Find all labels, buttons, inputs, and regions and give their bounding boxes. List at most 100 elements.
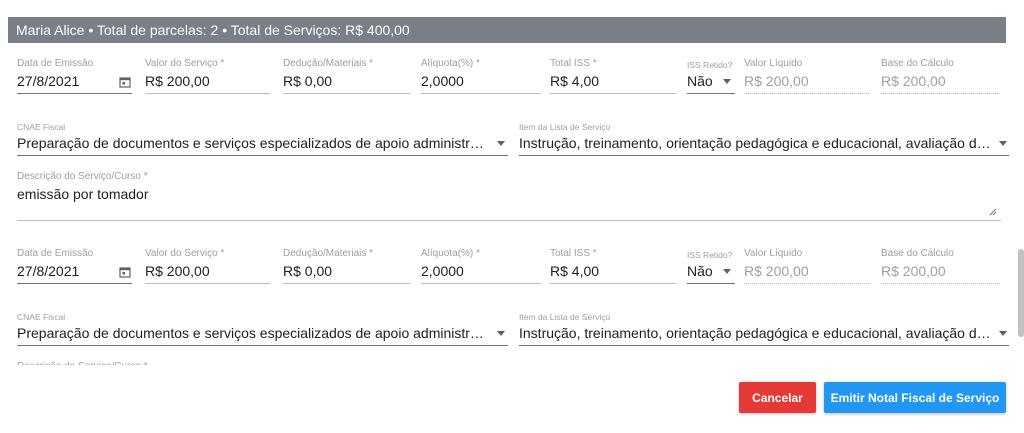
aliquota-label: Alíquota(%) *: [421, 248, 480, 259]
caret-down-icon: [723, 79, 731, 84]
vertical-scrollbar-thumb[interactable]: [1018, 249, 1024, 337]
cnae-select[interactable]: CNAE Fiscal Preparação de documentos e s…: [17, 113, 508, 157]
caret-down-icon: [999, 141, 1007, 146]
deducao-label: Dedução/Materiais *: [283, 58, 374, 69]
valor-liquido-underline: [744, 93, 869, 94]
deducao-value: R$ 0,00: [283, 263, 333, 279]
base-calculo-underline: [881, 283, 1000, 284]
valor-liquido-value: R$ 200,00: [744, 263, 809, 279]
cnae-underline: [17, 345, 508, 346]
cnae-value: Preparação de documentos e serviços espe…: [17, 325, 488, 341]
data-emissao-field[interactable]: Data de Emissão 27/8/2021: [17, 241, 132, 285]
data-emissao-underline: [17, 283, 132, 284]
total-iss-underline: [550, 93, 676, 94]
valor-liquido-field: Valor Líquido R$ 200,00: [744, 241, 869, 285]
iss-retido-value: Não: [687, 263, 713, 279]
emit-invoice-button[interactable]: Emitir Notal Fiscal de Serviço: [824, 382, 1006, 413]
valor-servico-value: R$ 200,00: [145, 73, 210, 89]
aliquota-field[interactable]: Alíquota(%) * 2,0000: [421, 241, 541, 285]
cnae-underline: [17, 155, 508, 156]
item-lista-label: Item da Lista de Serviço: [519, 312, 611, 322]
parcelas-form-scroll-area[interactable]: Data de Emissão 27/8/2021 Valor do Servi…: [0, 43, 1024, 365]
header-title: Maria Alice • Total de parcelas: 2 • Tot…: [16, 22, 410, 38]
iss-retido-select[interactable]: ISS Retido? Não: [687, 51, 735, 95]
valor-liquido-value: R$ 200,00: [744, 73, 809, 89]
cnae-select[interactable]: CNAE Fiscal Preparação de documentos e s…: [17, 303, 508, 347]
aliquota-value: 2,0000: [421, 73, 464, 89]
deducao-field[interactable]: Dedução/Materiais * R$ 0,00: [283, 51, 410, 95]
valor-servico-label: Valor do Serviço *: [145, 58, 225, 69]
valor-liquido-label: Valor Líquido: [744, 248, 803, 259]
deducao-field[interactable]: Dedução/Materiais * R$ 0,00: [283, 241, 410, 285]
iss-retido-underline: [687, 93, 735, 94]
base-calculo-underline: [881, 93, 1000, 94]
total-iss-field[interactable]: Total ISS * R$ 4,00: [550, 51, 676, 95]
total-iss-value: R$ 4,00: [550, 263, 600, 279]
valor-liquido-field: Valor Líquido R$ 200,00: [744, 51, 869, 95]
aliquota-underline: [421, 283, 541, 284]
valor-servico-underline: [145, 93, 270, 94]
item-lista-underline: [519, 155, 1009, 156]
descricao-underline: [17, 220, 1001, 221]
aliquota-field[interactable]: Alíquota(%) * 2,0000: [421, 51, 541, 95]
base-calculo-value: R$ 200,00: [881, 263, 946, 279]
deducao-value: R$ 0,00: [283, 73, 333, 89]
valor-liquido-underline: [744, 283, 869, 284]
total-iss-label: Total ISS *: [550, 248, 597, 259]
valor-servico-value: R$ 200,00: [145, 263, 210, 279]
valor-liquido-label: Valor Líquido: [744, 58, 803, 69]
caret-down-icon: [497, 331, 505, 336]
calendar-icon[interactable]: [119, 266, 131, 278]
valor-servico-underline: [145, 283, 270, 284]
cnae-value: Preparação de documentos e serviços espe…: [17, 135, 488, 151]
descricao-textarea[interactable]: Descrição do Serviço/Curso * emissão por…: [17, 164, 1001, 222]
caret-down-icon: [497, 141, 505, 146]
base-calculo-label: Base do Cálculo: [881, 248, 954, 259]
item-lista-select[interactable]: Item da Lista de Serviço Instrução, trei…: [519, 303, 1009, 347]
aliquota-value: 2,0000: [421, 263, 464, 279]
iss-retido-value: Não: [687, 73, 713, 89]
cnae-label: CNAE Fiscal: [17, 312, 66, 322]
aliquota-label: Alíquota(%) *: [421, 58, 480, 69]
iss-retido-underline: [687, 283, 735, 284]
deducao-underline: [283, 93, 410, 94]
data-emissao-label: Data de Emissão: [17, 248, 94, 259]
item-lista-value: Instrução, treinamento, orientação pedag…: [519, 325, 993, 341]
valor-servico-label: Valor do Serviço *: [145, 248, 225, 259]
data-emissao-value: 27/8/2021: [17, 263, 80, 279]
deducao-underline: [283, 283, 410, 284]
resize-handle-icon[interactable]: [989, 208, 997, 216]
data-emissao-value: 27/8/2021: [17, 73, 80, 89]
valor-servico-field[interactable]: Valor do Serviço * R$ 200,00: [145, 241, 270, 285]
aliquota-underline: [421, 93, 541, 94]
descricao-value: emissão por tomador: [17, 186, 149, 202]
total-iss-underline: [550, 283, 676, 284]
descricao-label: Descrição do Serviço/Curso *: [17, 361, 148, 365]
cnae-label: CNAE Fiscal: [17, 122, 66, 132]
base-calculo-value: R$ 200,00: [881, 73, 946, 89]
data-emissao-label: Data de Emissão: [17, 58, 94, 69]
data-emissao-field[interactable]: Data de Emissão 27/8/2021: [17, 51, 132, 95]
parcelas-summary-header: Maria Alice • Total de parcelas: 2 • Tot…: [8, 17, 1006, 43]
item-lista-select[interactable]: Item da Lista de Serviço Instrução, trei…: [519, 113, 1009, 157]
valor-servico-field[interactable]: Valor do Serviço * R$ 200,00: [145, 51, 270, 95]
total-iss-label: Total ISS *: [550, 58, 597, 69]
base-calculo-field: Base do Cálculo R$ 200,00: [881, 51, 1000, 95]
descricao-textarea[interactable]: Descrição do Serviço/Curso *: [17, 354, 1001, 365]
iss-retido-label: ISS Retido?: [687, 250, 733, 260]
data-emissao-underline: [17, 93, 132, 94]
deducao-label: Dedução/Materiais *: [283, 248, 374, 259]
base-calculo-field: Base do Cálculo R$ 200,00: [881, 241, 1000, 285]
item-lista-value: Instrução, treinamento, orientação pedag…: [519, 135, 993, 151]
iss-retido-select[interactable]: ISS Retido? Não: [687, 241, 735, 285]
descricao-label: Descrição do Serviço/Curso *: [17, 171, 148, 182]
item-lista-label: Item da Lista de Serviço: [519, 122, 611, 132]
cancel-button[interactable]: Cancelar: [739, 382, 816, 413]
total-iss-field[interactable]: Total ISS * R$ 4,00: [550, 241, 676, 285]
total-iss-value: R$ 4,00: [550, 73, 600, 89]
caret-down-icon: [999, 331, 1007, 336]
iss-retido-label: ISS Retido?: [687, 60, 733, 70]
calendar-icon[interactable]: [119, 76, 131, 88]
caret-down-icon: [723, 269, 731, 274]
base-calculo-label: Base do Cálculo: [881, 58, 954, 69]
